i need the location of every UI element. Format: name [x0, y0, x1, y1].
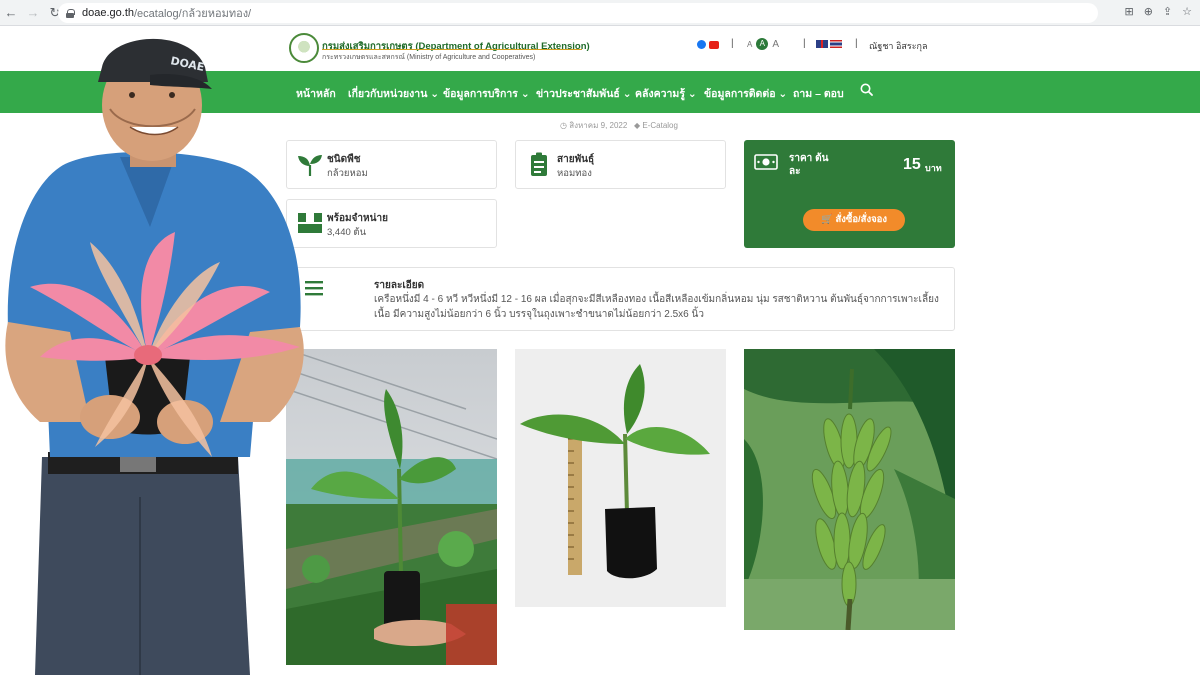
font-size-medium-button[interactable]: A — [756, 38, 769, 50]
lock-icon — [66, 8, 75, 18]
details-title: รายละเอียด — [374, 280, 425, 291]
available-value: 3,440 ต้น — [327, 227, 367, 238]
social-links — [697, 40, 719, 49]
org-sub: กระทรวงเกษตรและสหกรณ์ (Ministry of Agric… — [322, 54, 536, 61]
logo-divider — [322, 49, 582, 50]
facebook-icon[interactable] — [697, 40, 706, 49]
nav-item-services[interactable]: ข้อมูลการบริการ ⌄ — [443, 85, 530, 102]
clipboard-icon — [531, 152, 547, 176]
user-name[interactable]: ณัฐชา อิสระกุล — [869, 39, 928, 53]
nav-item-faq[interactable]: ถาม – ตอบ — [793, 85, 844, 102]
nav-item-news[interactable]: ข่าวประชาสัมพันธ์ ⌄ — [536, 85, 632, 102]
font-size-switcher: A A A — [747, 38, 779, 50]
font-size-large-button[interactable]: A — [772, 39, 779, 50]
address-bar[interactable]: doae.go.th/ecatalog/กล้วยหอมทอง/ — [58, 3, 1098, 23]
post-date: สิงหาคม 9, 2022 — [569, 121, 628, 130]
nav-item-contact[interactable]: ข้อมูลการติดต่อ ⌄ — [704, 85, 787, 102]
screen: ← → ↻ doae.go.th/ecatalog/กล้วยหอมทอง/ ⊞… — [0, 0, 1200, 675]
nav-item-knowledge[interactable]: คลังความรู้ ⌄ — [635, 85, 697, 102]
money-icon — [754, 154, 778, 170]
back-icon[interactable]: ← — [0, 5, 22, 20]
header-separator: | — [731, 38, 734, 49]
price-card: ราคา ต้นละ — [744, 140, 955, 248]
price-amount: 15 — [903, 156, 921, 173]
plant-type-title: ชนิดพืช — [327, 154, 361, 165]
cart-icon: 🛒 — [820, 214, 833, 225]
price-unit: บาท — [925, 163, 942, 173]
font-size-small-button[interactable]: A — [747, 40, 752, 49]
header-separator: | — [855, 38, 858, 49]
zoom-icon[interactable]: ⊕ — [1144, 5, 1153, 18]
variety-value: หอมทอง — [557, 168, 592, 179]
thai-flag-icon[interactable] — [830, 40, 842, 48]
url-host: doae.go.th — [82, 7, 134, 19]
variety-card: สายพันธุ์ หอมทอง — [515, 140, 726, 189]
seedling-ruler-image — [515, 349, 726, 607]
browser-actions: ⊞ ⊕ ⇪ ☆ — [1124, 5, 1192, 18]
post-meta: ◷ สิงหาคม 9, 2022 ◆ E-Catalog — [560, 119, 678, 132]
seedling-ruler-photo[interactable] — [515, 349, 726, 607]
officer-with-bromeliad-photo: DOAE — [5, 38, 304, 675]
uk-flag-icon[interactable] — [816, 40, 828, 48]
search-icon[interactable] — [860, 83, 873, 96]
variety-title: สายพันธุ์ — [557, 154, 595, 165]
bookmark-star-icon[interactable]: ☆ — [1182, 5, 1192, 18]
price-label: ราคา ต้นละ — [789, 153, 829, 177]
post-category[interactable]: E-Catalog — [642, 121, 678, 130]
details-card: รายละเอียด เครือหนึ่งมี 4 - 6 หวี หวีหนึ… — [286, 267, 955, 331]
forward-icon[interactable]: → — [22, 5, 44, 20]
order-button-label: สั่งซื้อ/สั่งจอง — [835, 214, 888, 225]
available-title: พร้อมจำหน่าย — [327, 213, 388, 224]
banana-bunch-image — [744, 349, 955, 630]
header-separator: | — [803, 38, 806, 49]
language-switcher — [816, 40, 842, 48]
clock-icon: ◷ — [560, 121, 567, 130]
browser-toolbar: ← → ↻ doae.go.th/ecatalog/กล้วยหอมทอง/ ⊞… — [0, 0, 1200, 26]
nav-item-about[interactable]: เกี่ยวกับหน่วยงาน ⌄ — [348, 85, 439, 102]
plant-type-value: กล้วยหอม — [327, 168, 368, 179]
translate-icon[interactable]: ⊞ — [1124, 5, 1133, 18]
youtube-icon[interactable] — [709, 41, 719, 49]
details-text: เครือหนึ่งมี 4 - 6 หวี หวีหนึ่งมี 12 - 1… — [374, 294, 939, 320]
tag-icon: ◆ — [633, 121, 641, 130]
order-button[interactable]: 🛒 สั่งซื้อ/สั่งจอง — [803, 209, 905, 231]
banana-bunch-photo[interactable] — [744, 349, 955, 630]
url-path: /ecatalog/กล้วยหอมทอง/ — [134, 8, 252, 20]
share-icon[interactable]: ⇪ — [1163, 5, 1172, 18]
